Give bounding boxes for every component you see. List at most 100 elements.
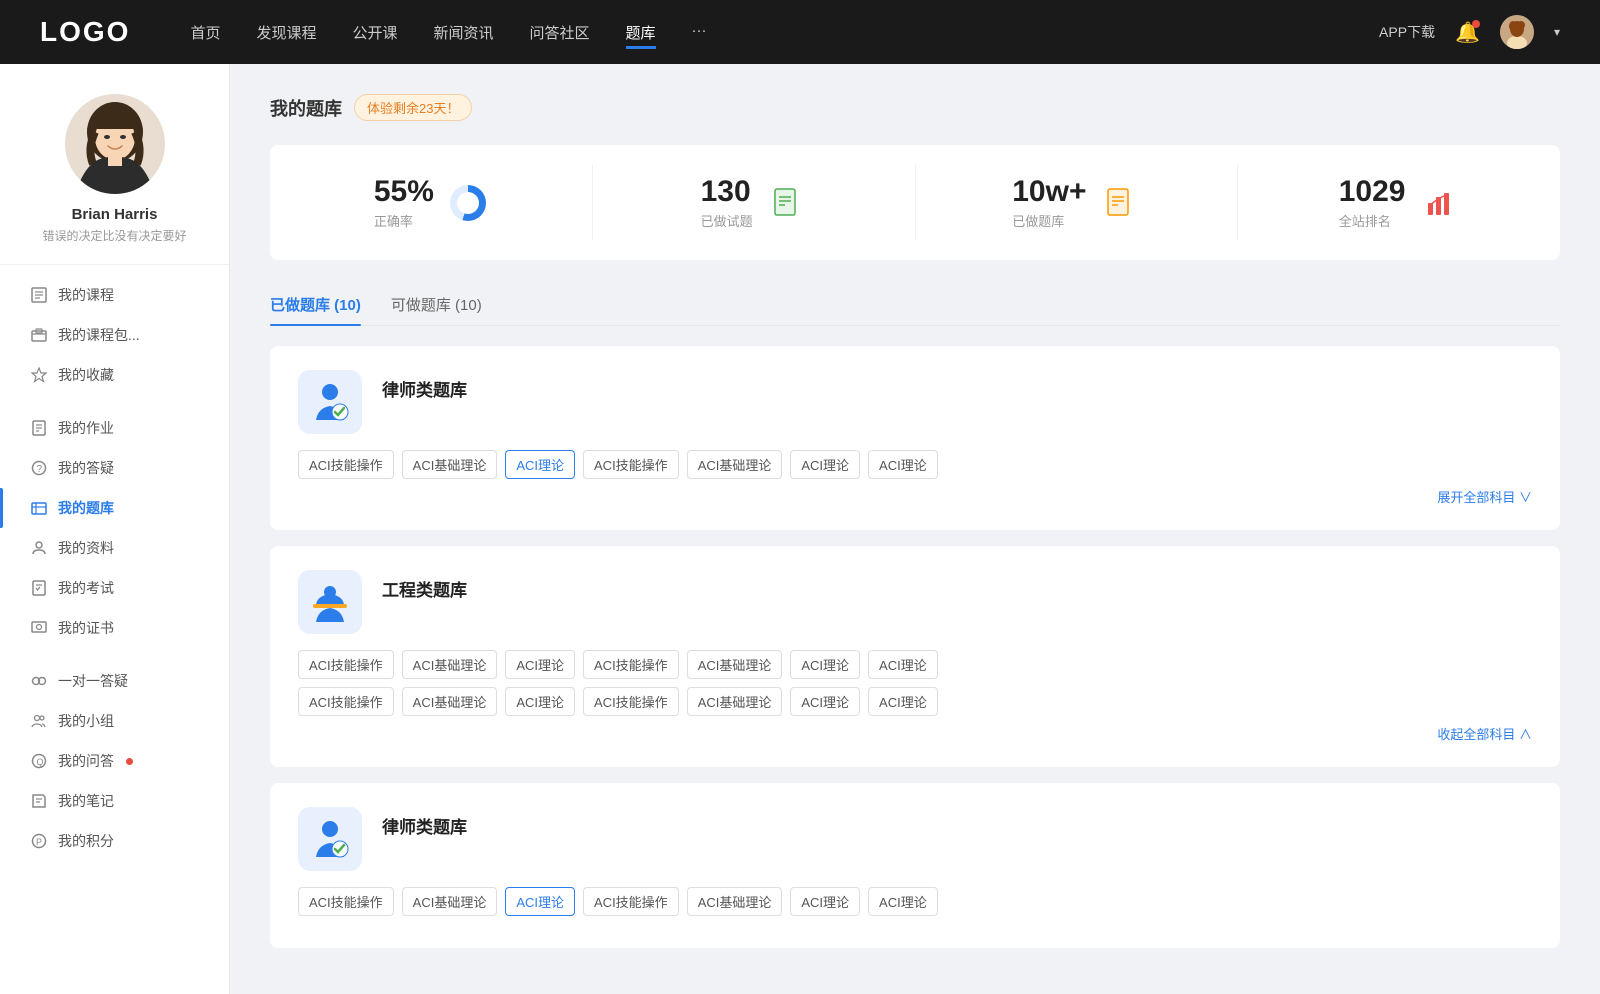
- sidebar-item-bank[interactable]: 我的题库: [0, 488, 229, 528]
- user-menu-chevron[interactable]: ▾: [1554, 25, 1560, 39]
- sidebar-item-points[interactable]: P 我的积分: [0, 821, 229, 861]
- profile-avatar: [65, 94, 165, 194]
- stat-correct-rate: 55% 正确率: [270, 165, 593, 240]
- sidebar-item-label: 我的课程: [58, 285, 114, 305]
- tags-row-1: ACI技能操作 ACI基础理论 ACI理论 ACI技能操作 ACI基础理论 AC…: [298, 650, 1532, 679]
- svg-text:P: P: [36, 837, 42, 847]
- stats-bar: 55% 正确率 130 已做试题: [270, 145, 1560, 260]
- tag[interactable]: ACI技能操作: [298, 687, 394, 716]
- tag[interactable]: ACI理论: [790, 687, 860, 716]
- nav-item-more[interactable]: ···: [692, 22, 707, 43]
- stat-text: 55% 正确率: [374, 175, 434, 230]
- tag[interactable]: ACI基础理论: [402, 450, 498, 479]
- tag[interactable]: ACI理论: [868, 450, 938, 479]
- sidebar-item-label: 我的收藏: [58, 365, 114, 385]
- sidebar-item-certs[interactable]: 我的证书: [0, 608, 229, 648]
- nav-item-courses[interactable]: 发现课程: [256, 22, 316, 43]
- tag[interactable]: ACI技能操作: [583, 687, 679, 716]
- sidebar-item-label: 我的小组: [58, 711, 114, 731]
- avatar[interactable]: [1500, 15, 1534, 49]
- sidebar-item-answers[interactable]: Q 我的问答: [0, 741, 229, 781]
- page-title: 我的题库: [270, 95, 342, 121]
- sidebar-item-notes[interactable]: 我的笔记: [0, 781, 229, 821]
- tag[interactable]: ACI理论: [505, 687, 575, 716]
- nav-menu: 首页 发现课程 公开课 新闻资讯 问答社区 题库 ···: [190, 22, 1379, 43]
- tag[interactable]: ACI理论: [790, 650, 860, 679]
- qbank-card-lawyer-2: 律师类题库 ACI技能操作 ACI基础理论 ACI理论 ACI技能操作 ACI基…: [270, 783, 1560, 948]
- sidebar-item-qa[interactable]: ? 我的答疑: [0, 448, 229, 488]
- tag[interactable]: ACI基础理论: [687, 687, 783, 716]
- tag[interactable]: ACI理论: [790, 887, 860, 916]
- tag[interactable]: ACI基础理论: [687, 887, 783, 916]
- logo: LOGO: [40, 16, 130, 48]
- tag[interactable]: ACI技能操作: [298, 887, 394, 916]
- tag[interactable]: ACI技能操作: [298, 450, 394, 479]
- collapse-link[interactable]: 收起全部科目 ∧: [298, 724, 1532, 743]
- sidebar-item-package[interactable]: 我的课程包...: [0, 315, 229, 355]
- stat-site-rank: 1029 全站排名: [1238, 165, 1560, 240]
- exam-icon: [30, 579, 48, 597]
- sidebar-item-label: 我的答疑: [58, 458, 114, 478]
- tab-available[interactable]: 可做题库 (10): [391, 284, 482, 325]
- tag[interactable]: ACI理论: [868, 887, 938, 916]
- sidebar-item-exams[interactable]: 我的考试: [0, 568, 229, 608]
- qbank-header: 工程类题库: [298, 570, 1532, 634]
- qbank-card-lawyer-1: 律师类题库 ACI技能操作 ACI基础理论 ACI理论 ACI技能操作 ACI基…: [270, 346, 1560, 530]
- qbank-header: 律师类题库: [298, 807, 1532, 871]
- notification-bell[interactable]: 🔔: [1455, 20, 1480, 45]
- svg-text:Q: Q: [37, 757, 44, 767]
- nav-item-bank[interactable]: 题库: [626, 22, 656, 43]
- app-download-link[interactable]: APP下载: [1379, 22, 1435, 42]
- sidebar-item-courses[interactable]: 我的课程: [0, 275, 229, 315]
- sidebar-item-label: 我的题库: [58, 498, 114, 518]
- sidebar-item-label: 我的作业: [58, 418, 114, 438]
- sidebar-item-favorites[interactable]: 我的收藏: [0, 355, 229, 395]
- stat-value: 130: [701, 175, 753, 209]
- qbank-header: 律师类题库: [298, 370, 1532, 434]
- tag[interactable]: ACI基础理论: [402, 650, 498, 679]
- sidebar-item-homework[interactable]: 我的作业: [0, 408, 229, 448]
- tag[interactable]: ACI基础理论: [687, 450, 783, 479]
- doc-orange-icon: [1100, 183, 1140, 223]
- tag[interactable]: ACI基础理论: [687, 650, 783, 679]
- expand-link[interactable]: 展开全部科目 ∨: [298, 487, 1532, 506]
- tab-done[interactable]: 已做题库 (10): [270, 284, 361, 325]
- tag[interactable]: ACI理论: [868, 650, 938, 679]
- tag[interactable]: ACI理论: [790, 450, 860, 479]
- nav-item-open[interactable]: 公开课: [352, 22, 397, 43]
- stat-label: 正确率: [374, 211, 434, 230]
- tag-active[interactable]: ACI理论: [505, 450, 575, 479]
- nav-item-qa[interactable]: 问答社区: [530, 22, 590, 43]
- sidebar-item-label: 我的证书: [58, 618, 114, 638]
- tag[interactable]: ACI基础理论: [402, 887, 498, 916]
- qa-icon: [30, 672, 48, 690]
- sidebar-item-label: 一对一答疑: [58, 671, 128, 691]
- stat-text: 1029 全站排名: [1339, 175, 1406, 230]
- profile-motto: 错误的决定比没有决定要好: [42, 227, 186, 244]
- tag[interactable]: ACI理论: [868, 687, 938, 716]
- stat-label: 已做试题: [701, 211, 753, 230]
- qbank-card-engineer: 工程类题库 ACI技能操作 ACI基础理论 ACI理论 ACI技能操作 ACI基…: [270, 546, 1560, 767]
- tag[interactable]: ACI技能操作: [583, 650, 679, 679]
- answer-icon: Q: [30, 752, 48, 770]
- sidebar-item-label: 我的资料: [58, 538, 114, 558]
- tag[interactable]: ACI基础理论: [402, 687, 498, 716]
- tag[interactable]: ACI技能操作: [583, 887, 679, 916]
- answers-notification-dot: [126, 758, 133, 765]
- sidebar-item-profile[interactable]: 我的资料: [0, 528, 229, 568]
- tag-active[interactable]: ACI理论: [505, 887, 575, 916]
- sidebar-item-1on1[interactable]: 一对一答疑: [0, 661, 229, 701]
- tag[interactable]: ACI理论: [505, 650, 575, 679]
- stat-label: 已做题库: [1012, 211, 1086, 230]
- tag[interactable]: ACI技能操作: [583, 450, 679, 479]
- tag[interactable]: ACI技能操作: [298, 650, 394, 679]
- nav-item-home[interactable]: 首页: [190, 22, 220, 43]
- points-icon: P: [30, 832, 48, 850]
- nav-item-news[interactable]: 新闻资讯: [434, 22, 494, 43]
- svg-text:?: ?: [37, 464, 43, 475]
- stat-done-banks: 10w+ 已做题库: [916, 165, 1239, 240]
- page-layout: Brian Harris 错误的决定比没有决定要好 我的课程: [0, 64, 1600, 994]
- sidebar-item-label: 我的笔记: [58, 791, 114, 811]
- sidebar-item-groups[interactable]: 我的小组: [0, 701, 229, 741]
- doc-green-icon: [767, 183, 807, 223]
